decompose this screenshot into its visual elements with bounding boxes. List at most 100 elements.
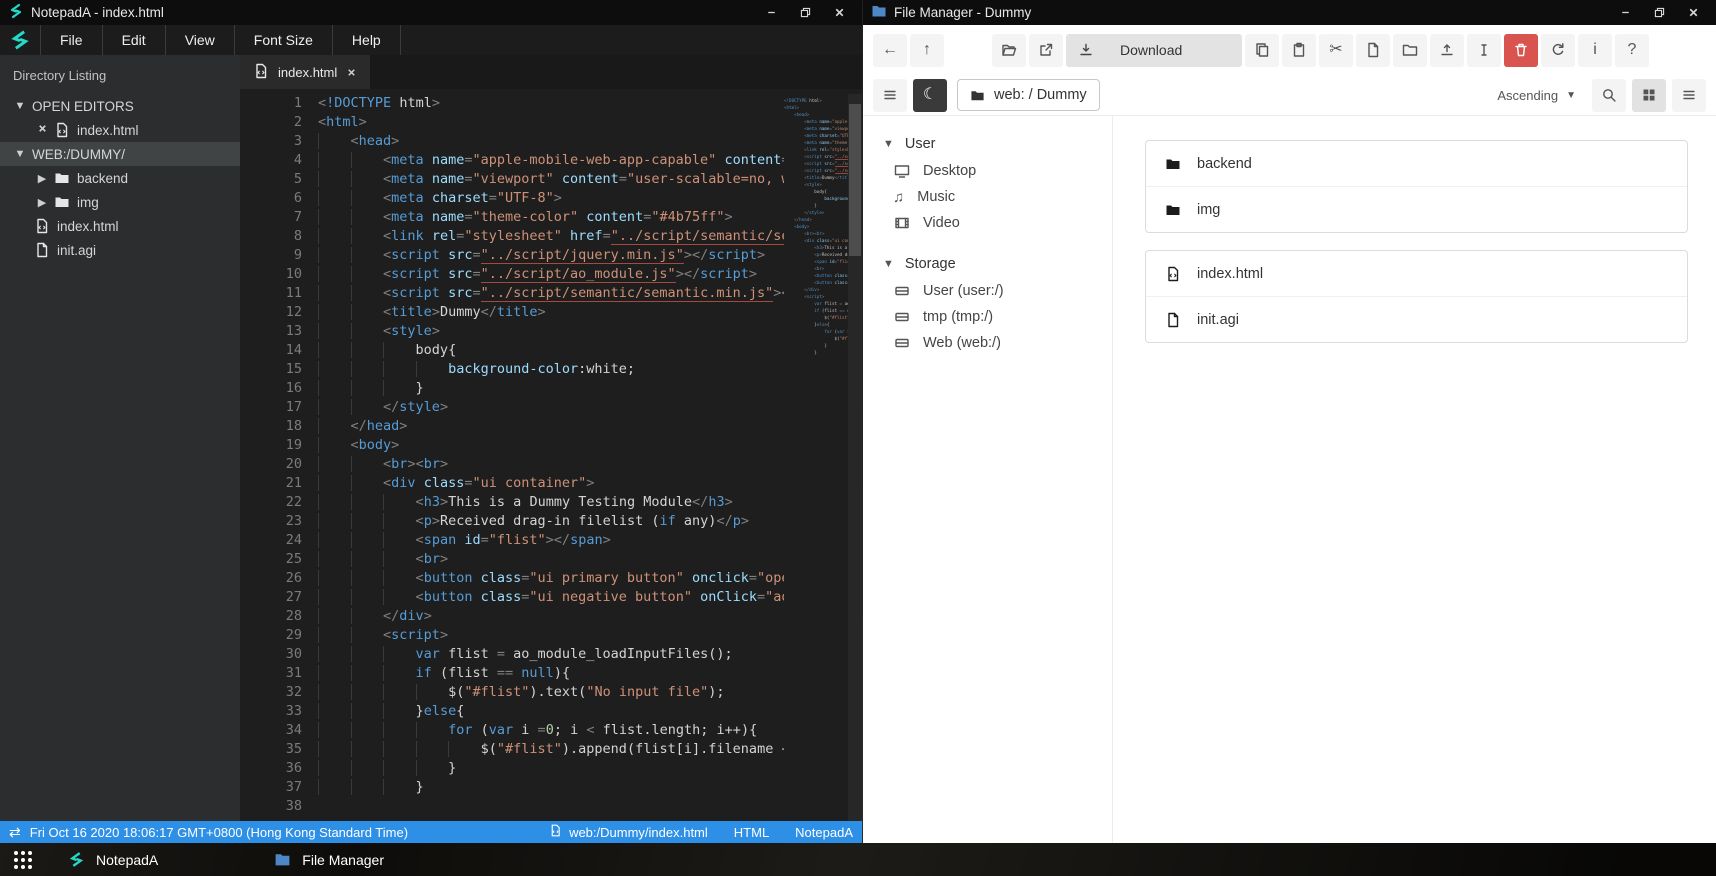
paste-button[interactable]	[1282, 33, 1316, 67]
app-launcher-button[interactable]	[0, 850, 46, 869]
minimap-line: background-color:white;	[824, 196, 848, 201]
help-button[interactable]: ?	[1615, 33, 1649, 67]
up-button[interactable]: ↑	[910, 33, 944, 67]
line-number: 26	[285, 570, 302, 586]
minimap-line: <link rel="stylesheet" href="../script/s…	[784, 146, 848, 153]
upload-button[interactable]	[1430, 33, 1464, 67]
chevron-down-icon[interactable]: ▼	[12, 100, 28, 112]
file-row-index-html[interactable]: index.html	[1146, 251, 1687, 296]
search-button[interactable]	[1592, 78, 1626, 112]
new-file-button[interactable]	[1356, 33, 1390, 67]
menu-item-font-size[interactable]: Font Size	[233, 25, 332, 55]
sidebar-item-label: Music	[917, 189, 956, 205]
sidebar-item-music[interactable]: ♫ Music	[863, 184, 1112, 210]
sidebar-section-header-user[interactable]: ▼ User	[863, 130, 1112, 158]
tab-close-icon[interactable]	[346, 67, 357, 78]
tab-index-html[interactable]: index.html	[240, 55, 371, 89]
sidebar-item-desktop[interactable]: Desktop	[863, 158, 1112, 184]
tree-item-web-dummy-[interactable]: ▼ WEB:/DUMMY/	[0, 142, 240, 166]
tree-item-img[interactable]: ▶ img	[0, 190, 240, 214]
tree-item-backend[interactable]: ▶ backend	[0, 166, 240, 190]
paste-icon	[1291, 42, 1307, 58]
taskbar-item-file-manager[interactable]: File Manager	[274, 851, 384, 868]
code-line: <meta charset="UTF-8">	[318, 189, 784, 208]
editor-panel: index.html 1 2 3 4 5 6 7 8 9 10 11 12 13 14 15 16 17 18 19…	[240, 55, 862, 821]
file-row-backend[interactable]: backend	[1146, 141, 1687, 186]
sidebar-item-video[interactable]: Video	[863, 210, 1112, 236]
line-number: 13	[285, 323, 302, 339]
info-icon: i	[1593, 41, 1597, 58]
minimize-icon[interactable]	[1610, 2, 1640, 24]
delete-button[interactable]	[1504, 33, 1538, 67]
line-number: 17	[285, 399, 302, 415]
breadcrumb[interactable]: web: / Dummy	[957, 79, 1100, 111]
minimap-line	[784, 356, 848, 363]
sidebar-item-label: Desktop	[923, 163, 977, 179]
close-icon[interactable]	[1678, 2, 1708, 24]
chevron-right-icon[interactable]: ▶	[34, 196, 50, 209]
cut-button[interactable]: ✂	[1319, 33, 1353, 67]
sidebar-item-user-user[interactable]: User (user:/)	[863, 278, 1112, 304]
minimap-line: <head>	[794, 112, 810, 117]
statusbar-language[interactable]: HTML	[734, 825, 769, 840]
filemanager-sidebar: ▼ User Desktop ♫ Music Video ▼ Storage User (use…	[863, 116, 1113, 843]
file-row-img[interactable]: img	[1146, 186, 1687, 232]
notepada-logo-icon	[8, 3, 24, 22]
chevron-right-icon[interactable]: ▶	[34, 172, 50, 185]
code-line: <script src="../script/semantic/semantic…	[318, 284, 784, 303]
tree-item-init-agi[interactable]: init.agi	[0, 238, 240, 262]
restore-icon[interactable]	[790, 2, 820, 24]
menu-item-file[interactable]: File	[40, 25, 102, 55]
open-in-new-window-button[interactable]	[1029, 33, 1063, 67]
new-folder-button[interactable]	[1393, 33, 1427, 67]
menu-item-edit[interactable]: Edit	[101, 25, 165, 55]
sidebar-section-header-storage[interactable]: ▼ Storage	[863, 250, 1112, 278]
taskbar-item-notepada[interactable]: NotepadA	[68, 851, 158, 868]
sort-dropdown[interactable]: Ascending ▼	[1497, 88, 1586, 103]
menu-button[interactable]	[873, 78, 907, 112]
rename-button[interactable]	[1467, 33, 1501, 67]
info-button[interactable]: i	[1578, 33, 1612, 67]
statusbar-filepath[interactable]: web:/Dummy/index.html	[569, 825, 708, 840]
grid-view-button[interactable]	[1632, 78, 1666, 112]
code-line: <p>Received drag-in filelist (if any)</p…	[318, 512, 784, 531]
code-lines[interactable]: <!DOCTYPE html> <html> <head> <meta name=…	[318, 94, 784, 821]
list-view-button[interactable]	[1672, 78, 1706, 112]
minimap-line: <script>	[804, 294, 825, 299]
restore-icon[interactable]	[1644, 2, 1674, 24]
minimap-line: <br>	[814, 266, 825, 271]
back-button[interactable]: ←	[873, 33, 907, 67]
copy-button[interactable]	[1245, 33, 1279, 67]
minimize-icon[interactable]	[756, 2, 786, 24]
close-file-icon[interactable]	[34, 123, 50, 137]
filemanager-toolbar: ← ↑ Download ✂ i?	[863, 25, 1716, 75]
sidebar-item-web-web[interactable]: Web (web:/)	[863, 330, 1112, 356]
dark-mode-toggle[interactable]: ☾	[913, 78, 947, 112]
menu-item-help[interactable]: Help	[331, 25, 401, 55]
open-button[interactable]	[992, 33, 1026, 67]
download-button[interactable]: Download	[1066, 33, 1242, 67]
filemanager-body: ▼ User Desktop ♫ Music Video ▼ Storage User (use…	[863, 116, 1716, 843]
tree-item-index-html[interactable]: index.html	[0, 214, 240, 238]
code-line: <script src="../script/ao_module.js"></s…	[318, 265, 784, 284]
menu-item-view[interactable]: View	[164, 25, 234, 55]
code-line: if (flist == null){	[318, 664, 784, 683]
chevron-down-icon[interactable]: ▼	[12, 148, 28, 160]
refresh-button[interactable]	[1541, 33, 1575, 67]
code-editor[interactable]: 1 2 3 4 5 6 7 8 9 10 11 12 13 14 15 16 17 18 19 20 21 22 23 24 2…	[240, 89, 862, 821]
file-name: img	[1197, 201, 1221, 218]
close-icon[interactable]	[824, 2, 854, 24]
line-number: 10	[285, 266, 302, 282]
trash-icon	[1513, 42, 1529, 58]
notepada-main: Directory Listing ▼ OPEN EDITORS index.htm…	[0, 55, 862, 821]
editor-scrollbar[interactable]	[848, 94, 862, 821]
minimap-line: body{	[814, 189, 827, 194]
minimap-line: var flist = ao_module_loadInputFiles();	[814, 301, 848, 306]
scrollbar-thumb[interactable]	[849, 104, 861, 256]
minimap-line: <script src="../script/semantic/semantic…	[784, 167, 848, 174]
tree-item-index-html[interactable]: index.html	[0, 118, 240, 142]
sidebar-item-tmp-tmp[interactable]: tmp (tmp:/)	[863, 304, 1112, 330]
minimap[interactable]: <!DOCTYPE html> <html> <head> <meta name=…	[784, 94, 848, 821]
tree-item-open-editors[interactable]: ▼ OPEN EDITORS	[0, 94, 240, 118]
file-row-init-agi[interactable]: init.agi	[1146, 296, 1687, 342]
